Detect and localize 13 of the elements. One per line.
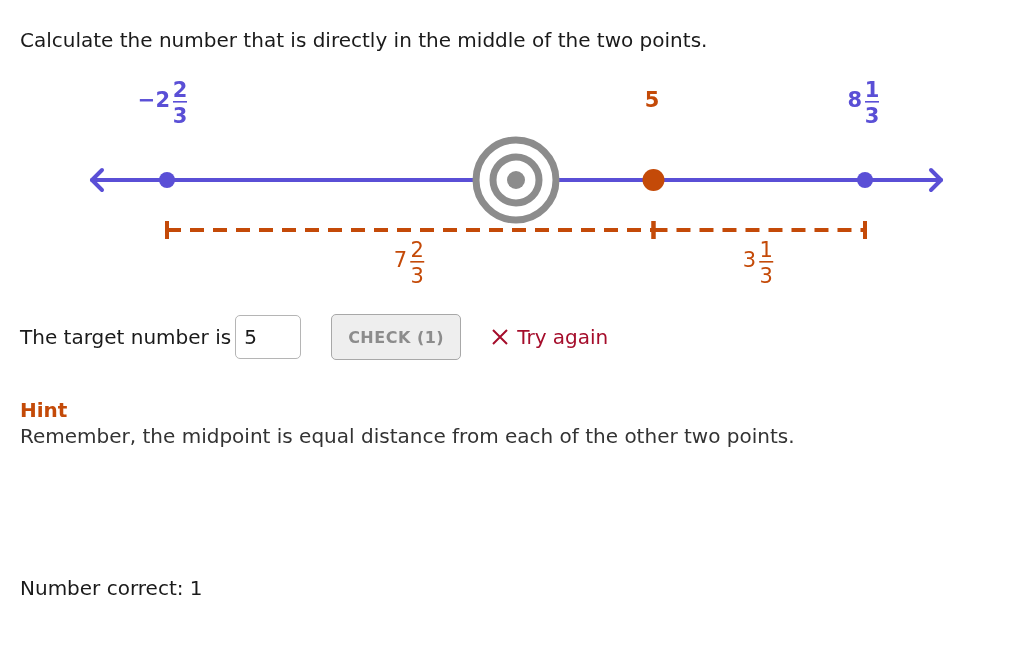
answer-label: The target number is xyxy=(20,325,232,349)
target-icon[interactable] xyxy=(472,136,560,224)
point-dot[interactable] xyxy=(642,169,665,191)
question-text: Calculate the number that is directly in the middle of the two points. xyxy=(20,28,709,52)
point-dot xyxy=(159,172,175,188)
hint-title: Hint xyxy=(20,398,69,422)
point-label: 5 xyxy=(644,88,660,112)
answer-field[interactable]: 5 xyxy=(235,315,302,359)
score-text: Number correct: 1 xyxy=(20,576,204,600)
point-dot xyxy=(857,172,873,188)
close-icon xyxy=(491,328,510,346)
hint-text: Remember, the midpoint is equal distance from each of the other two points. xyxy=(20,424,796,448)
feedback-text: Try again xyxy=(517,325,609,349)
